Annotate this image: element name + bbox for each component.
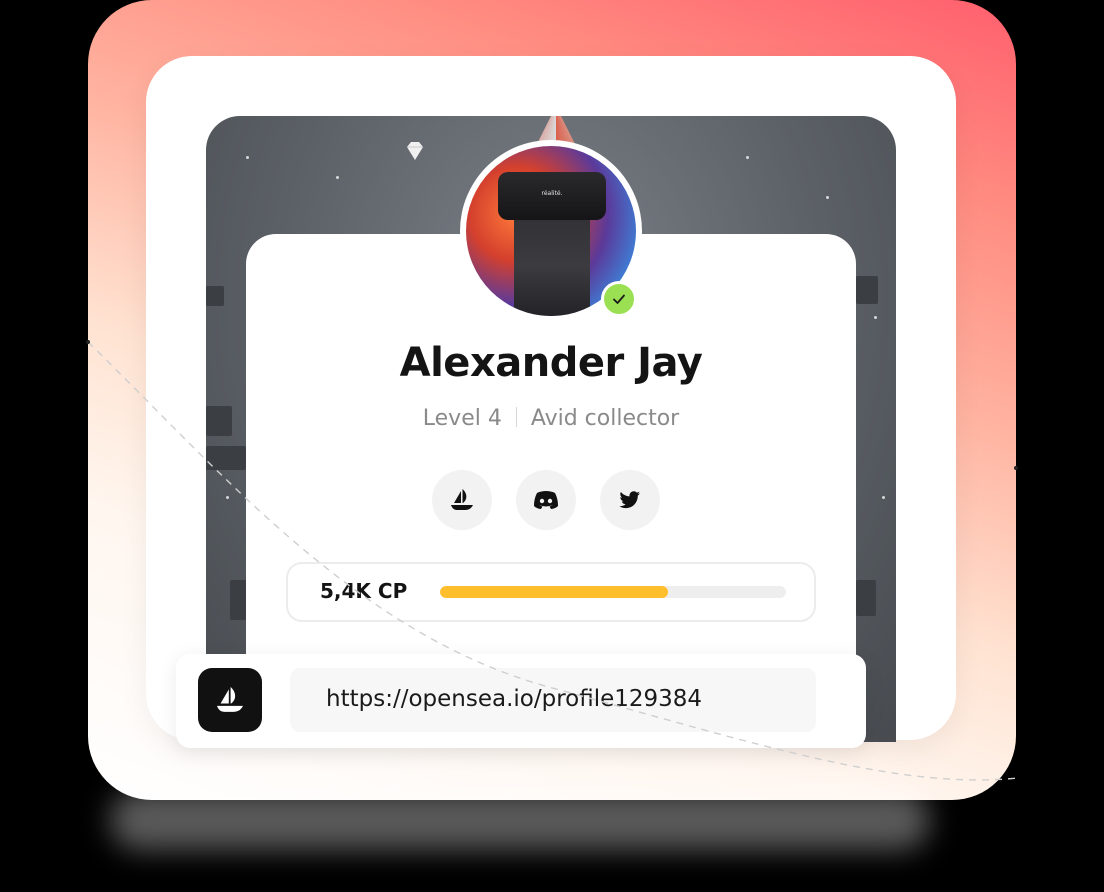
star-dot (336, 176, 339, 179)
profile-level: Level 4 (422, 406, 502, 431)
discord-icon (534, 491, 558, 509)
star-dot (826, 196, 829, 199)
backdrop-shadow (110, 790, 930, 850)
twitter-icon (619, 491, 640, 509)
points-label: 5,4K CP (320, 579, 408, 603)
star-dot (874, 316, 877, 319)
url-field[interactable]: https://opensea.io/profile129384 (290, 668, 816, 732)
points-bar: 5,4K CP (286, 562, 816, 622)
divider (515, 407, 517, 427)
star-dot (882, 496, 885, 499)
twitter-button[interactable] (600, 470, 660, 530)
profile-name: Alexander Jay (399, 340, 703, 386)
art-block (206, 406, 232, 436)
progress-track (440, 586, 786, 598)
opensea-logo-tile[interactable] (198, 668, 262, 732)
opensea-button[interactable] (432, 470, 492, 530)
check-icon (613, 294, 625, 304)
art-block (206, 446, 246, 470)
discord-button[interactable] (516, 470, 576, 530)
profile-role: Avid collector (530, 406, 680, 431)
art-block (206, 286, 224, 306)
star-dot (746, 156, 749, 159)
visor-brand-text: réalité. (541, 190, 563, 197)
diamond-icon (407, 142, 423, 160)
url-text: https://opensea.io/profile129384 (326, 686, 703, 712)
stage: réalité. Alexander Jay Level 4 Avid colle… (0, 0, 1104, 892)
star-dot (246, 156, 249, 159)
url-bar: https://opensea.io/profile129384 (176, 654, 866, 748)
opensea-icon (217, 687, 243, 712)
verified-badge (601, 281, 637, 317)
art-block (856, 580, 876, 616)
profile-subline: Level 4 Avid collector (246, 406, 856, 431)
progress-fill (440, 586, 669, 598)
opensea-icon (451, 489, 473, 510)
art-block (856, 276, 878, 304)
vr-headset: réalité. (498, 172, 606, 220)
star-dot (226, 496, 229, 499)
